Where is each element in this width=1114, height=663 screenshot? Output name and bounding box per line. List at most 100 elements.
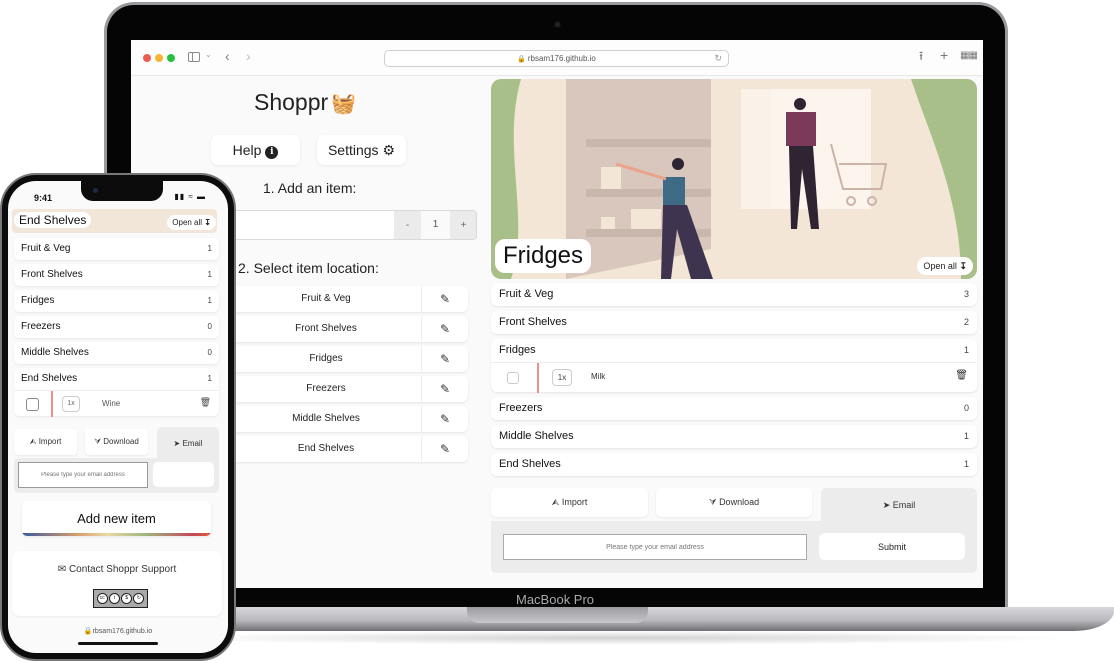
contact-support-link[interactable]: ✉ Contact Shoppr Support	[12, 564, 222, 575]
reload-icon[interactable]: ↻	[714, 51, 722, 66]
location-name[interactable]: Middle Shelves	[231, 406, 421, 432]
download-button[interactable]: ⮛ Download	[85, 429, 148, 455]
sidebar-icon[interactable]	[188, 52, 200, 62]
item-name-input[interactable]	[232, 211, 394, 239]
back-button[interactable]: ‹	[225, 49, 230, 63]
phone-open-all-button[interactable]: Open all ↧	[167, 215, 216, 230]
category-card[interactable]: Front Shelves 2	[491, 311, 977, 334]
phone-url: 🔒rbsam176.github.io	[8, 627, 228, 635]
category-card[interactable]: Fruit & Veg 3	[491, 283, 977, 306]
category-header[interactable]: Fridges 1	[14, 290, 219, 312]
minimize-window-button[interactable]	[155, 54, 163, 62]
share-button[interactable]: ⭱	[919, 50, 923, 62]
arrow-down-icon: ↧	[959, 260, 967, 271]
paper-plane-icon: ➤	[173, 438, 181, 448]
email-input[interactable]	[18, 462, 148, 488]
category-list: Fruit & Veg 3 Front Shelves 2 Fridges 1 1x …	[491, 283, 977, 481]
location-row[interactable]: Front Shelves ✎	[231, 316, 468, 342]
import-button[interactable]: ⮙ Import	[14, 429, 77, 455]
illustration-woman-shirt	[663, 177, 685, 205]
trash-icon[interactable]: 🗑	[955, 370, 968, 381]
quantity-increment-button[interactable]: +	[450, 211, 476, 239]
lock-icon: 🔒	[83, 628, 93, 635]
category-header[interactable]: End Shelves 1	[491, 453, 977, 476]
category-header[interactable]: Middle Shelves 0	[14, 342, 219, 364]
item-checkbox[interactable]	[507, 372, 519, 384]
location-name[interactable]: Front Shelves	[231, 316, 421, 342]
category-header[interactable]: Fridges 1	[491, 339, 977, 362]
close-window-button[interactable]	[143, 54, 151, 62]
info-icon: i	[265, 145, 279, 159]
category-card[interactable]: End Shelves 1	[491, 453, 977, 476]
category-card[interactable]: Freezers 0	[14, 316, 219, 338]
pencil-icon[interactable]: ✎	[421, 316, 468, 342]
category-header[interactable]: Middle Shelves 1	[491, 425, 977, 448]
item-accent-bar	[537, 363, 539, 393]
upload-icon: ⮙	[29, 437, 37, 446]
laptop-model-label: MacBook Pro	[516, 592, 595, 607]
chevron-down-icon[interactable]: ⌄	[205, 50, 212, 59]
email-input[interactable]	[503, 534, 807, 560]
signal-icon: ▮▮	[174, 192, 186, 201]
tab-overview-button[interactable]: ▦▦	[960, 51, 978, 61]
category-card[interactable]: Front Shelves 1	[14, 264, 219, 286]
location-name[interactable]: End Shelves	[231, 436, 421, 462]
category-card[interactable]: Middle Shelves 0	[14, 342, 219, 364]
help-button[interactable]: Help i	[211, 135, 300, 165]
download-label: Download	[719, 497, 760, 507]
pencil-icon[interactable]: ✎	[421, 346, 468, 372]
location-row[interactable]: Fridges ✎	[231, 346, 468, 372]
address-bar[interactable]: 🔒 rbsam176.github.io ↻	[384, 50, 729, 67]
location-row[interactable]: End Shelves ✎	[231, 436, 468, 462]
location-list: Fruit & Veg ✎ Front Shelves ✎ Fridges ✎ Fre…	[231, 286, 468, 466]
pencil-icon[interactable]: ✎	[421, 286, 468, 312]
category-card[interactable]: Fridges 1	[14, 290, 219, 312]
location-name[interactable]: Fridges	[231, 346, 421, 372]
quantity-decrement-button[interactable]: -	[394, 211, 421, 239]
category-header[interactable]: Front Shelves 2	[491, 311, 977, 334]
phone-url-text: rbsam176.github.io	[92, 628, 153, 635]
email-tab[interactable]: ➤ Email	[821, 488, 977, 522]
category-header[interactable]: End Shelves 1	[14, 368, 219, 390]
category-count: 1	[207, 296, 212, 305]
location-name[interactable]: Fruit & Veg	[231, 286, 421, 312]
category-card[interactable]: Freezers 0	[491, 397, 977, 420]
category-header[interactable]: Front Shelves 1	[14, 264, 219, 286]
category-header[interactable]: Freezers 0	[491, 397, 977, 420]
location-name[interactable]: Freezers	[231, 376, 421, 402]
home-indicator[interactable]	[78, 642, 158, 645]
license-badge[interactable]: cc i $ ↻	[93, 589, 148, 608]
forward-button[interactable]: ›	[246, 49, 251, 63]
category-card[interactable]: Fruit & Veg 1	[14, 238, 219, 260]
laptop-trackpad-notch	[467, 607, 648, 623]
open-all-button[interactable]: Open all ↧	[917, 257, 973, 275]
new-tab-button[interactable]: +	[940, 48, 948, 62]
category-header[interactable]: Fruit & Veg 1	[14, 238, 219, 260]
zoom-window-button[interactable]	[167, 54, 175, 62]
location-row[interactable]: Freezers ✎	[231, 376, 468, 402]
illustration-woman-head	[672, 158, 684, 170]
category-header[interactable]: Freezers 0	[14, 316, 219, 338]
import-button[interactable]: ⮙ Import	[491, 488, 648, 517]
item-quantity-badge[interactable]: 1x	[62, 396, 80, 412]
location-row[interactable]: Fruit & Veg ✎	[231, 286, 468, 312]
lock-icon: 🔒	[517, 56, 526, 63]
category-header[interactable]: Fruit & Veg 3	[491, 283, 977, 306]
pencil-icon[interactable]: ✎	[421, 436, 468, 462]
item-quantity-badge[interactable]: 1x	[552, 369, 572, 386]
trash-icon[interactable]: 🗑	[200, 397, 211, 408]
item-checkbox[interactable]	[26, 398, 39, 411]
pencil-icon[interactable]: ✎	[421, 406, 468, 432]
category-card[interactable]: Middle Shelves 1	[491, 425, 977, 448]
download-button[interactable]: ⮛ Download	[656, 488, 812, 517]
add-new-item-button[interactable]: Add new item	[22, 501, 211, 536]
pencil-icon[interactable]: ✎	[421, 376, 468, 402]
quantity-value[interactable]: 1	[421, 211, 450, 239]
email-tab[interactable]: ➤ Email	[157, 427, 219, 459]
submit-button[interactable]	[153, 462, 214, 487]
location-row[interactable]: Middle Shelves ✎	[231, 406, 468, 432]
category-card[interactable]: Fridges 1 1x Milk 🗑	[491, 339, 977, 393]
category-card[interactable]: End Shelves 1 1x Wine 🗑	[14, 368, 219, 417]
submit-button[interactable]: Submit	[819, 533, 965, 560]
settings-button[interactable]: Settings ⚙	[317, 135, 406, 165]
